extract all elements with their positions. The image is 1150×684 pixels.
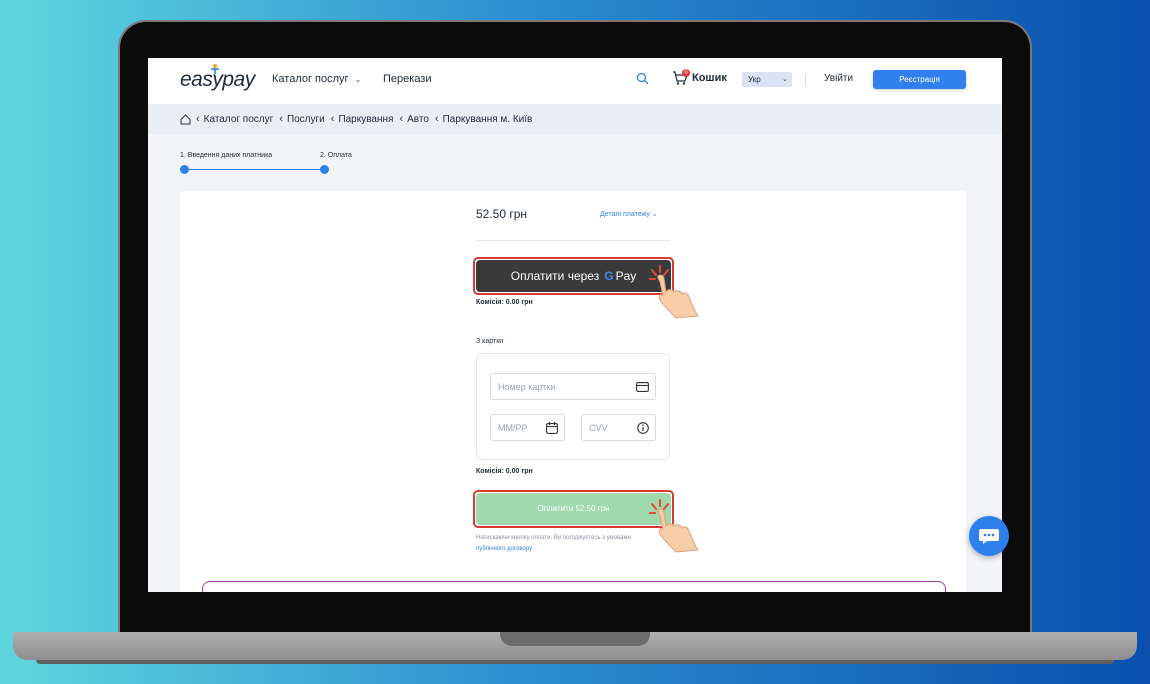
breadcrumb-label: Авто	[407, 113, 429, 125]
site-header: easypay Каталог послуг ⌄ Перекази 0 Коши…	[148, 58, 1002, 104]
step-2-dot	[320, 165, 329, 174]
cart-label: Кошик	[692, 72, 727, 84]
cart-button[interactable]: 0 Кошик	[672, 69, 727, 85]
breadcrumb-label: Послуги	[286, 113, 325, 125]
breadcrumb-label: Паркування	[338, 113, 394, 125]
chevron-left-icon: ‹	[196, 113, 200, 125]
home-icon[interactable]	[180, 113, 191, 125]
language-value: Укр	[748, 75, 761, 84]
chevron-down-icon: ⌄	[354, 75, 362, 84]
nav-transfers[interactable]: Перекази	[383, 73, 432, 85]
expiry-input[interactable]: ММ/РР	[490, 414, 565, 441]
payment-card: 52.50 грн Деталі платежу ⌄ Оплатити чере…	[180, 191, 966, 592]
chevron-down-icon: ⌄	[651, 211, 658, 218]
payment-details-label: Деталі платежу	[600, 211, 650, 218]
info-icon[interactable]	[637, 421, 649, 434]
step-progress-line	[185, 169, 321, 170]
chevron-left-icon: ‹	[279, 113, 283, 125]
breadcrumb-item[interactable]: ‹ Каталог послуг	[196, 113, 273, 125]
gpay-commission: Комісія: 0.00 грн	[476, 299, 533, 306]
step-2-label: 2. Оплата	[320, 152, 352, 159]
public-contract-link[interactable]: публічного договору	[476, 546, 532, 552]
screen: easypay Каталог послуг ⌄ Перекази 0 Коши…	[148, 58, 1002, 592]
breadcrumb-item[interactable]: ‹ Послуги	[279, 113, 325, 125]
laptop-base-shadow	[36, 660, 1114, 664]
card-number-placeholder: Номер картки	[498, 381, 556, 392]
chevron-left-icon: ‹	[399, 113, 404, 125]
chevron-left-icon: ‹	[330, 113, 335, 125]
breadcrumb-item[interactable]: ‹ Паркування	[331, 113, 394, 125]
chat-button[interactable]	[969, 516, 1009, 556]
step-1-label: 1. Введення даних платника	[180, 152, 273, 159]
payment-amount: 52.50 грн	[476, 207, 528, 221]
language-select[interactable]: Укр ⌄	[742, 72, 792, 87]
payment-details-link[interactable]: Деталі платежу ⌄	[600, 210, 658, 218]
breadcrumb-label: Каталог послуг	[203, 113, 274, 125]
chevron-down-icon: ⌄	[782, 76, 788, 83]
cvv-placeholder: CVV	[589, 422, 608, 433]
gpay-label: Оплатити через	[510, 269, 600, 283]
gpay-brand: Pay	[615, 269, 637, 283]
breadcrumb: ‹ Каталог послуг ‹ Послуги ‹ Паркування ‹ Ав…	[148, 104, 1002, 134]
pay-button[interactable]: Оплатити 52.50 грн	[476, 493, 671, 525]
cart-count-badge: 0	[682, 69, 690, 77]
chat-icon	[979, 529, 999, 544]
terms-text: Натискаючи кнопку оплати, Ви погоджуєтес…	[476, 533, 656, 555]
register-button[interactable]: Реєстрація	[873, 70, 966, 89]
card-icon	[636, 381, 649, 392]
step-1-dot	[180, 165, 189, 174]
calendar-icon	[546, 421, 558, 434]
cvv-input[interactable]: CVV	[581, 414, 656, 441]
breadcrumb-item-current: ‹ Паркування м. Київ	[435, 113, 532, 125]
nav-catalog[interactable]: Каталог послуг ⌄	[272, 73, 361, 85]
terms-body: Натискаючи кнопку оплати, Ви погоджуєтес…	[476, 535, 631, 541]
card-form	[476, 353, 670, 460]
card-number-input[interactable]: Номер картки	[490, 373, 656, 400]
nav-catalog-label: Каталог послуг	[272, 73, 349, 85]
chevron-left-icon: ‹	[434, 113, 439, 125]
breadcrumb-label: Паркування м. Київ	[442, 113, 533, 125]
gpay-button[interactable]: Оплатити через G Pay	[476, 260, 671, 292]
card-commission: Комісія: 0.00 грн	[476, 468, 533, 475]
breadcrumb-item[interactable]: ‹ Авто	[399, 113, 428, 125]
divider	[476, 240, 670, 241]
login-link[interactable]: Увійти	[824, 73, 853, 84]
click-hand-pay-icon	[649, 499, 699, 553]
header-divider	[805, 74, 806, 86]
expiry-placeholder: ММ/РР	[498, 422, 528, 433]
logo-figure-icon	[211, 64, 219, 74]
google-g-icon: G	[604, 269, 614, 283]
laptop-notch	[500, 632, 650, 646]
from-card-label: З картки	[476, 338, 504, 345]
info-banner	[202, 581, 946, 592]
click-hand-gpay-icon	[649, 265, 699, 319]
search-icon[interactable]	[636, 72, 649, 85]
